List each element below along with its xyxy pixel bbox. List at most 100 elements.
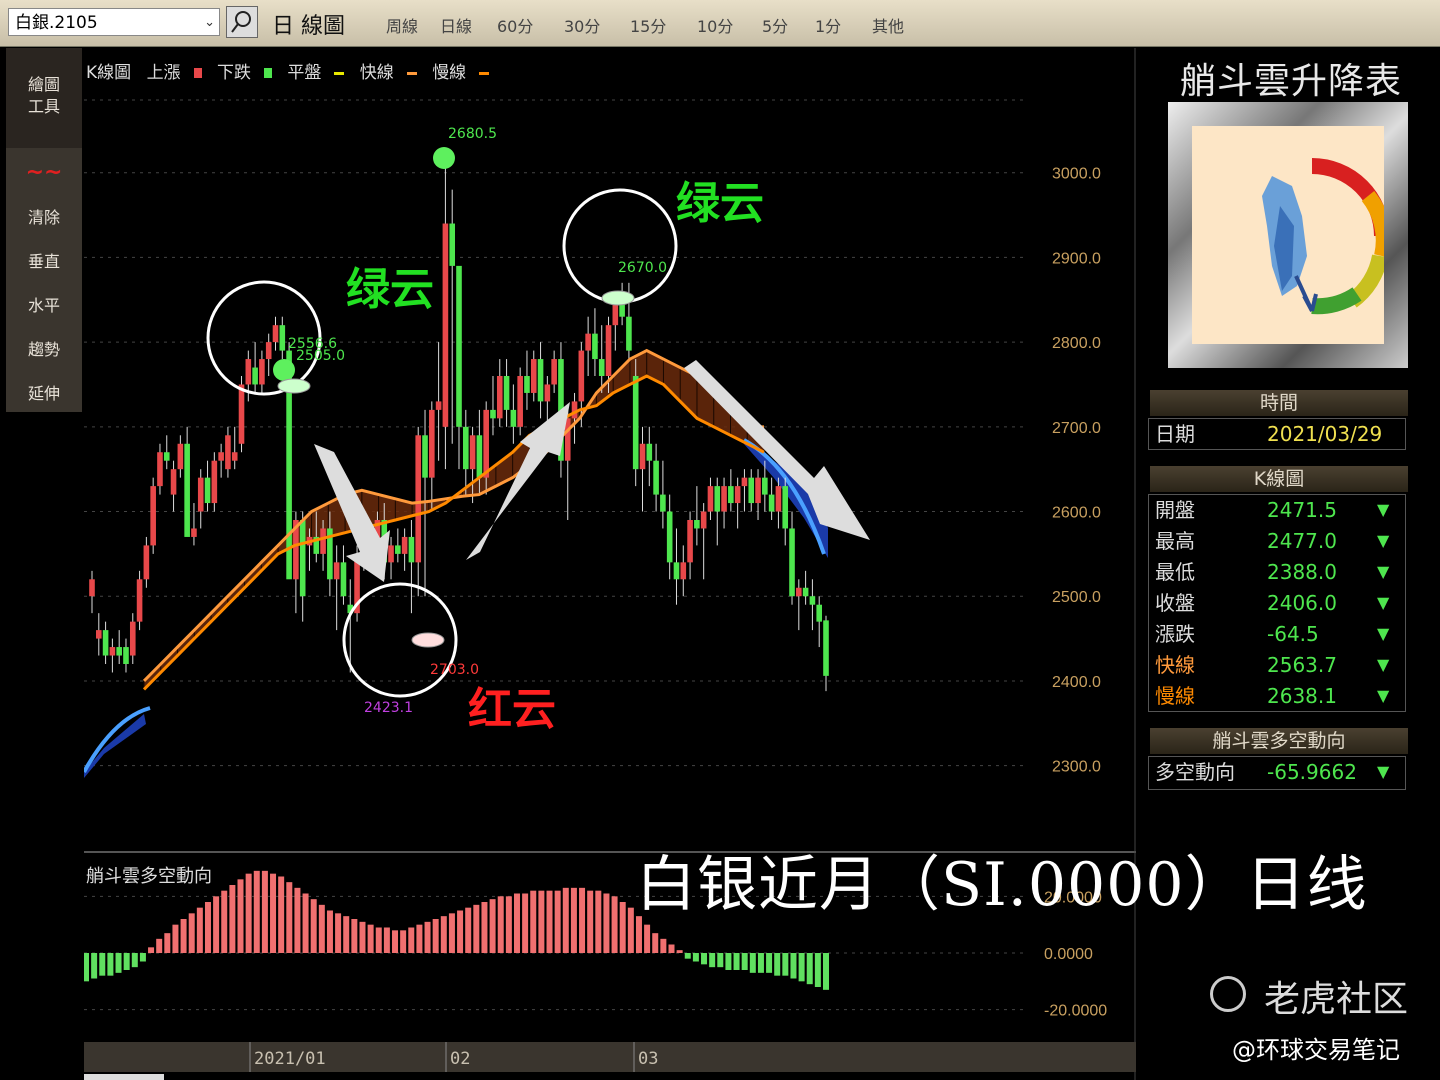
period-5min[interactable]: 5分 xyxy=(762,13,788,37)
osc-bar xyxy=(148,947,155,953)
osc-bar xyxy=(538,890,545,953)
ohlc-value: 2388.0 xyxy=(1267,560,1337,584)
osc-bar xyxy=(318,904,325,953)
price-chart[interactable]: 3000.0 2900.0 2800.0 2700.0 2600.0 2500.0 2400… xyxy=(84,48,1136,1080)
osc-bar xyxy=(326,910,333,953)
osc-bar xyxy=(709,953,716,968)
period-15min[interactable]: 15分 xyxy=(630,13,666,37)
candle-body xyxy=(503,376,510,410)
osc-bar xyxy=(457,910,464,953)
down-arrow-icon: ▼ xyxy=(1377,624,1390,643)
ohlc-label: 收盤 xyxy=(1155,591,1195,615)
period-other[interactable]: 其他 xyxy=(872,13,904,37)
candle-body xyxy=(700,511,707,529)
candle-body xyxy=(694,520,700,529)
candle-body xyxy=(442,223,449,427)
osc-bar xyxy=(139,953,146,962)
candle-body xyxy=(530,359,537,393)
candle-body xyxy=(136,579,143,622)
osc-bar xyxy=(335,913,342,953)
candle-body xyxy=(673,562,680,580)
osc-bar xyxy=(782,953,789,976)
tool-clear[interactable]: 清除 xyxy=(6,204,82,228)
cloud-icon xyxy=(411,632,445,648)
tool-trend[interactable]: 趨勢 xyxy=(6,336,82,360)
draw-tool-icon[interactable]: ~~ xyxy=(6,160,82,185)
y-tick-label: 2800.0 xyxy=(1052,335,1101,352)
y-tick-label: 2300.0 xyxy=(1052,759,1101,776)
osc-bar xyxy=(440,916,447,953)
tool-vertical[interactable]: 垂直 xyxy=(6,248,82,272)
period-weekly[interactable]: 周線 xyxy=(386,13,418,37)
osc-bar xyxy=(310,899,317,953)
osc-tick-label: 0.0000 xyxy=(1044,946,1093,963)
ohlc-label: 慢線 xyxy=(1155,684,1195,708)
candle-body xyxy=(469,435,476,470)
candle-body xyxy=(762,477,768,495)
annotation-red-cloud: 红云 xyxy=(468,684,556,735)
osc-bar xyxy=(261,870,268,953)
annotation-green-cloud: 绿云 xyxy=(346,264,434,315)
candle-body xyxy=(157,452,163,487)
osc-bar xyxy=(652,933,659,953)
legend-fast-label: 快線 xyxy=(359,63,394,83)
candle-body xyxy=(184,443,190,537)
candle-body xyxy=(728,486,734,504)
tool-extend[interactable]: 延伸 xyxy=(6,380,82,404)
trend-box: 多空動向 -65.9662 ▼ xyxy=(1148,756,1406,790)
candle-body xyxy=(666,511,673,563)
ohlc-label: 開盤 xyxy=(1155,498,1195,522)
candle-body xyxy=(333,562,340,580)
period-60min[interactable]: 60分 xyxy=(497,13,533,37)
period-daily[interactable]: 日線 xyxy=(440,13,472,37)
trend-header: 艄斗雲多空動向 xyxy=(1150,728,1408,754)
period-1min[interactable]: 1分 xyxy=(815,13,841,37)
osc-bar xyxy=(408,927,415,953)
osc-bar xyxy=(221,890,228,953)
candle-body xyxy=(197,477,204,512)
candle-body xyxy=(605,325,612,376)
osc-bar xyxy=(733,953,740,970)
candle-body xyxy=(639,443,646,470)
period-10min[interactable]: 10分 xyxy=(697,13,733,37)
draw-tools-label: 繪圖 工具 xyxy=(27,75,60,116)
ohlc-row: 慢線 2638.1 ▼ xyxy=(1149,681,1407,711)
ohlc-value: 2563.7 xyxy=(1267,653,1337,677)
osc-bar xyxy=(432,919,439,953)
candle-body xyxy=(537,359,544,402)
osc-bar xyxy=(570,887,577,953)
osc-bar xyxy=(204,902,211,953)
ohlc-row: 最低 2388.0 ▼ xyxy=(1149,557,1407,587)
period-30min[interactable]: 30分 xyxy=(564,13,600,37)
trend-value: -65.9662 xyxy=(1267,760,1357,784)
toolbar: 白銀.2105 ⌄ 日 線圖 周線 日線 60分 30分 15分 10分 5分 1… xyxy=(0,0,1440,47)
osc-bar xyxy=(619,902,626,953)
osc-bar xyxy=(164,933,171,953)
osc-bar xyxy=(489,899,496,953)
chart-legend: K線圖 上漲 下跌 平盤 快線 慢線 xyxy=(86,58,499,83)
candle-body xyxy=(265,342,272,360)
candle-body xyxy=(279,325,286,351)
ohlc-label: 最高 xyxy=(1155,529,1195,553)
symbol-select[interactable]: 白銀.2105 ⌄ xyxy=(8,8,220,36)
chart-type-title: 日 線圖 xyxy=(272,14,345,39)
osc-bar xyxy=(294,887,301,953)
label-2423: 2423.1 xyxy=(364,700,413,716)
candle-body xyxy=(524,376,530,393)
down-arrow-icon: ▼ xyxy=(1377,686,1390,705)
osc-bar xyxy=(473,904,480,953)
label-2505: 2505.0 xyxy=(296,348,345,364)
gauge-logo xyxy=(1168,102,1408,368)
candle-body xyxy=(517,376,523,427)
y-tick-label: 2900.0 xyxy=(1052,250,1101,267)
tool-horizontal[interactable]: 水平 xyxy=(6,292,82,316)
osc-bar xyxy=(497,896,504,953)
search-button[interactable] xyxy=(226,6,258,38)
candle-body xyxy=(388,545,394,563)
osc-bar xyxy=(823,953,829,990)
osc-bar xyxy=(302,893,309,953)
candle-body xyxy=(544,384,551,402)
osc-bar xyxy=(530,890,537,953)
osc-bar xyxy=(627,907,634,953)
down-arrow-icon: ▼ xyxy=(1377,562,1390,581)
